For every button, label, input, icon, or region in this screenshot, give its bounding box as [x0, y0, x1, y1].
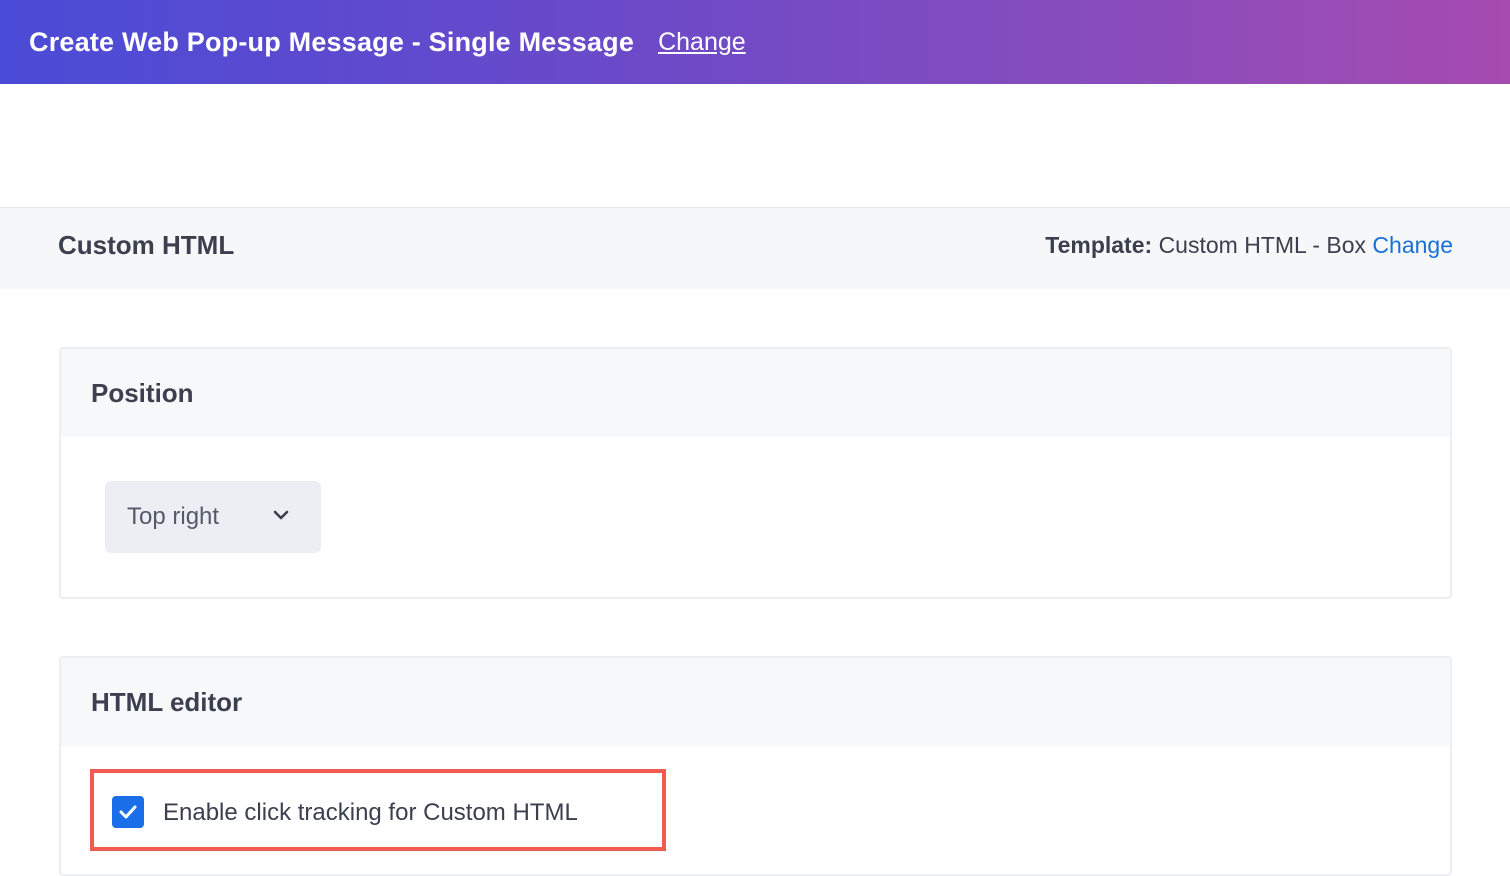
template-info: Template: Custom HTML - Box Change	[1045, 232, 1453, 259]
click-tracking-label[interactable]: Enable click tracking for Custom HTML	[163, 799, 578, 827]
change-template-link[interactable]: Change	[1372, 232, 1453, 258]
template-label: Template:	[1045, 232, 1153, 258]
position-select[interactable]: Top right	[105, 481, 321, 553]
template-type-title: Custom HTML	[58, 230, 235, 260]
position-card-title: Position	[61, 349, 1450, 437]
click-tracking-checkbox[interactable]	[112, 796, 144, 828]
header-spacer	[0, 84, 1510, 206]
template-value: Custom HTML - Box	[1158, 232, 1367, 258]
template-bar: Custom HTML Template: Custom HTML - Box …	[0, 207, 1510, 289]
position-select-value: Top right	[127, 503, 220, 530]
page-title: Create Web Pop-up Message - Single Messa…	[29, 26, 635, 57]
page-header: Create Web Pop-up Message - Single Messa…	[0, 0, 1510, 84]
checkmark-icon	[119, 805, 137, 819]
position-card: Position Top right	[59, 347, 1452, 599]
click-tracking-highlight: Enable click tracking for Custom HTML	[90, 769, 666, 851]
html-editor-card: HTML editor Enable click tracking for Cu…	[59, 656, 1452, 876]
change-message-type-link[interactable]: Change	[658, 28, 746, 57]
html-editor-card-title: HTML editor	[61, 658, 1450, 746]
chevron-down-icon	[273, 510, 289, 520]
